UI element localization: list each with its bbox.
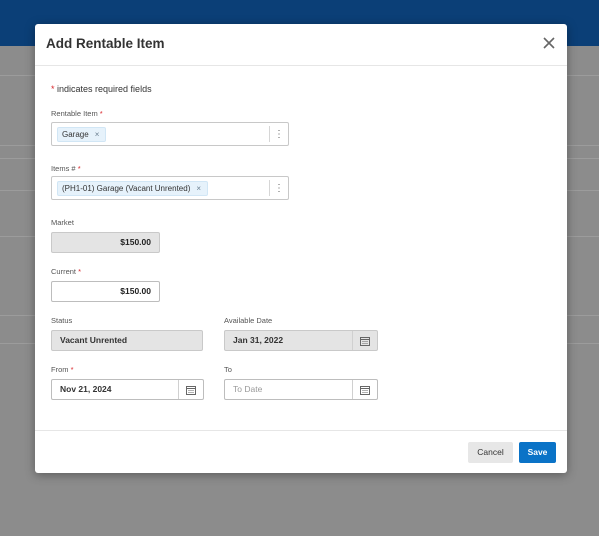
- market-label: Market: [51, 218, 74, 227]
- available-date-label: Available Date: [224, 316, 273, 325]
- items-number-chip: (PH1-01) Garage (Vacant Unrented) ×: [57, 181, 209, 196]
- rentable-item-label: Rentable Item *: [51, 109, 103, 118]
- calendar-icon[interactable]: [352, 380, 377, 399]
- available-date-field: Jan 31, 2022: [224, 330, 378, 351]
- items-number-label: Items # *: [51, 164, 81, 173]
- more-options-icon[interactable]: ⋮: [269, 180, 288, 196]
- cancel-button[interactable]: Cancel: [468, 442, 513, 463]
- rentable-item-select[interactable]: Garage × ⋮: [51, 122, 289, 146]
- add-rentable-item-modal: Add Rentable Item * indicates required f…: [35, 24, 567, 473]
- footer-divider: [35, 430, 567, 431]
- status-label: Status: [51, 316, 73, 325]
- calendar-icon[interactable]: [178, 380, 203, 399]
- market-field: $150.00: [51, 232, 160, 253]
- more-options-icon[interactable]: ⋮: [269, 126, 288, 142]
- remove-chip-icon[interactable]: ×: [95, 130, 100, 139]
- rentable-item-chip: Garage ×: [57, 127, 107, 142]
- to-label: To: [224, 365, 232, 374]
- modal-title: Add Rentable Item: [46, 36, 165, 51]
- current-label: Current *: [51, 267, 82, 276]
- close-icon[interactable]: [541, 35, 557, 51]
- required-fields-note: * indicates required fields: [51, 84, 152, 94]
- save-button[interactable]: Save: [519, 442, 556, 463]
- from-label: From *: [51, 365, 74, 374]
- items-number-select[interactable]: (PH1-01) Garage (Vacant Unrented) × ⋮: [51, 176, 289, 200]
- remove-chip-icon[interactable]: ×: [196, 184, 201, 193]
- current-input[interactable]: $150.00: [51, 281, 160, 302]
- calendar-icon: [352, 331, 377, 350]
- header-divider: [35, 65, 567, 66]
- from-date-input[interactable]: Nov 21, 2024: [51, 379, 204, 400]
- status-field: Vacant Unrented: [51, 330, 203, 351]
- to-date-input[interactable]: To Date: [224, 379, 378, 400]
